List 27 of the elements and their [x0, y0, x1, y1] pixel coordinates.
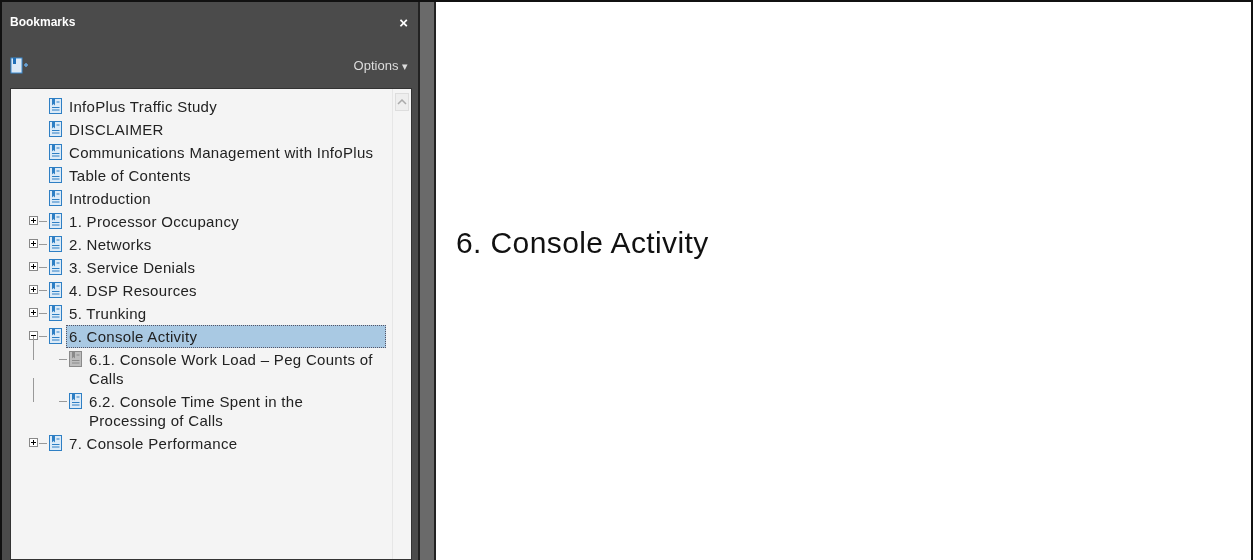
- new-bookmark-icon[interactable]: [10, 56, 30, 74]
- options-menu[interactable]: Options ▾: [349, 57, 412, 73]
- collapse-icon[interactable]: [29, 331, 39, 341]
- bookmark-item[interactable]: 3. Service Denials: [66, 256, 386, 279]
- splitter[interactable]: [418, 2, 436, 560]
- expand-icon[interactable]: [29, 438, 39, 448]
- bookmark-item[interactable]: DISCLAIMER: [66, 118, 386, 141]
- page-heading: 6. Console Activity: [456, 226, 710, 260]
- expand-icon[interactable]: [29, 308, 39, 318]
- bookmark-item[interactable]: Table of Contents: [66, 164, 386, 187]
- bookmark-item[interactable]: 6.2. Console Time Spent in the Processing of Calls: [86, 390, 386, 432]
- bookmark-item[interactable]: 6. Console Activity: [66, 325, 386, 348]
- bookmark-item[interactable]: 6.1. Console Work Load – Peg Counts of Calls: [86, 348, 386, 390]
- close-button[interactable]: ×: [395, 13, 412, 31]
- expand-icon[interactable]: [29, 239, 39, 249]
- bookmark-item[interactable]: 1. Processor Occupancy: [66, 210, 386, 233]
- bookmark-item[interactable]: 2. Networks: [66, 233, 386, 256]
- expand-icon[interactable]: [29, 285, 39, 295]
- bookmark-item[interactable]: Introduction: [66, 187, 386, 210]
- bookmark-item[interactable]: 7. Console Performance: [66, 432, 386, 455]
- expand-icon[interactable]: [29, 216, 39, 226]
- bookmark-item[interactable]: InfoPlus Traffic Study: [66, 95, 386, 118]
- bookmark-item[interactable]: 4. DSP Resources: [66, 279, 386, 302]
- bookmark-item[interactable]: Communications Management with InfoPlus: [66, 141, 386, 164]
- expand-icon[interactable]: [29, 262, 39, 272]
- panel-title: Bookmarks: [10, 15, 76, 29]
- bookmark-item[interactable]: 5. Trunking: [66, 302, 386, 325]
